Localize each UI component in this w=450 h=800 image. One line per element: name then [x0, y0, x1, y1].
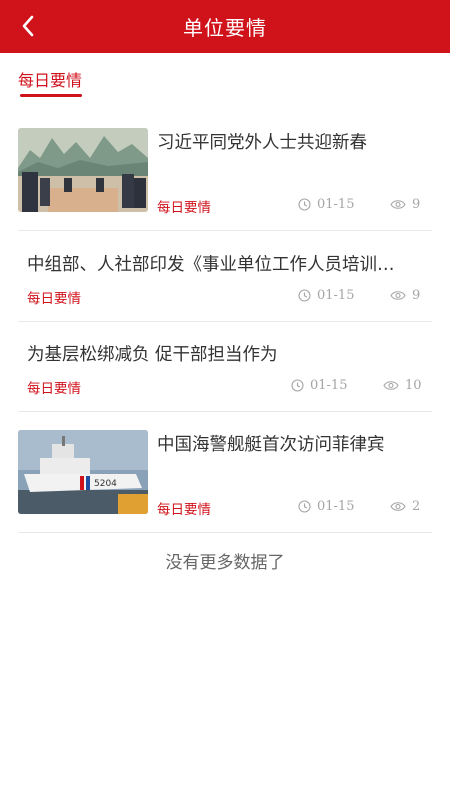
article-title: 为基层松绑减负 促干部担当作为 — [27, 345, 278, 365]
article-category: 每日要情 — [27, 291, 81, 307]
divider — [18, 532, 432, 533]
article-title: 中组部、人社部印发《事业单位工作人员培训规定》 — [27, 255, 409, 275]
clock-icon — [298, 198, 311, 211]
clock-icon — [291, 379, 304, 392]
article-views: 9 — [390, 197, 420, 212]
article-thumbnail: 5204 — [18, 430, 148, 514]
article-views: 9 — [390, 288, 420, 303]
tab-daily[interactable]: 每日要情 — [18, 67, 82, 91]
eye-icon — [390, 502, 406, 511]
article-views: 2 — [390, 499, 420, 514]
divider — [18, 230, 432, 231]
article-category: 每日要情 — [27, 381, 81, 397]
article-title: 习近平同党外人士共迎新春 — [157, 133, 367, 153]
article-date: 01-15 — [298, 197, 354, 212]
eye-icon — [390, 291, 406, 300]
chevron-left-icon — [22, 15, 34, 37]
no-more-data-text: 没有更多数据了 — [165, 553, 285, 573]
app-header: 单位要情 — [0, 0, 450, 53]
divider — [18, 321, 432, 322]
article-date: 01-15 — [298, 499, 354, 514]
back-button[interactable] — [14, 12, 42, 40]
eye-icon — [383, 381, 399, 390]
article-category: 每日要情 — [157, 502, 211, 518]
page-title: 单位要情 — [183, 16, 267, 40]
clock-icon — [298, 289, 311, 302]
svg-text:5204: 5204 — [94, 479, 117, 489]
article-date: 01-15 — [291, 378, 347, 393]
clock-icon — [298, 500, 311, 513]
article-title: 中国海警舰艇首次访问菲律宾 — [157, 435, 385, 455]
article-date: 01-15 — [298, 288, 354, 303]
article-views: 10 — [383, 378, 422, 393]
eye-icon — [390, 200, 406, 209]
article-category: 每日要情 — [157, 200, 211, 216]
tab-active-indicator — [20, 94, 82, 97]
divider — [18, 411, 432, 412]
article-thumbnail — [18, 128, 148, 212]
